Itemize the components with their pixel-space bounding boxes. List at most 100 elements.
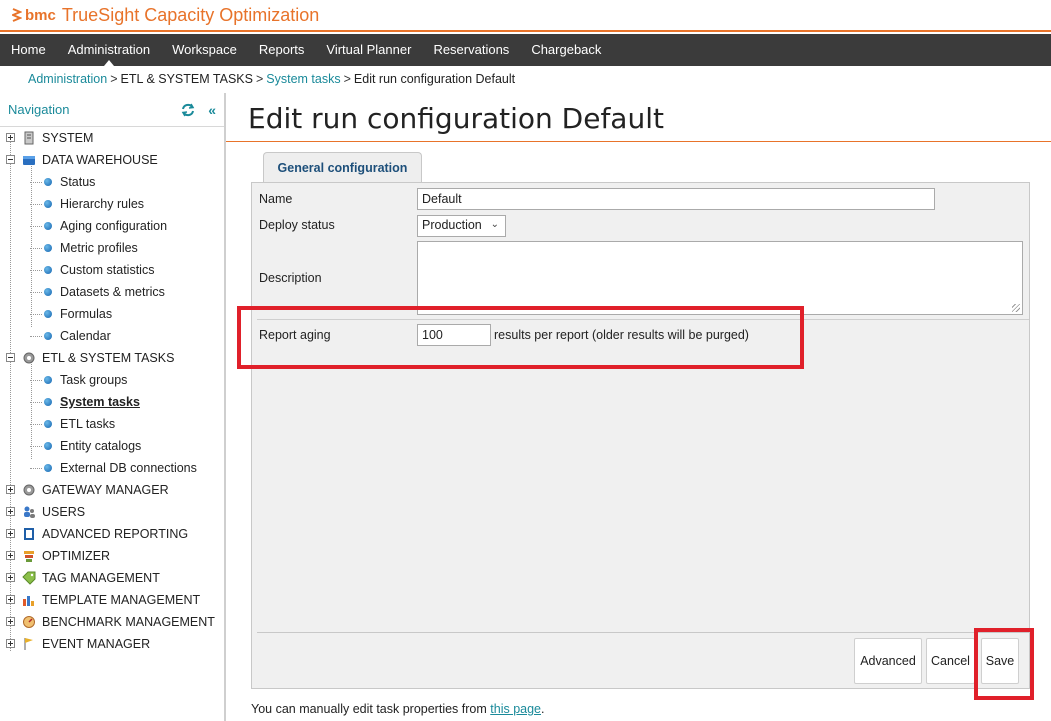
bullet-icon [44,178,52,186]
tree-item-formulas[interactable]: Formulas [0,303,224,325]
this-page-link[interactable]: this page [490,702,541,716]
tree-item-label: Metric profiles [60,241,138,255]
bmc-logo-icon [12,8,22,22]
expand-toggle[interactable] [6,551,15,560]
bullet-icon [44,288,52,296]
tree-item-label: DATA WAREHOUSE [42,153,158,167]
tree-item-datasets-metrics[interactable]: Datasets & metrics [0,281,224,303]
description-field[interactable] [417,241,1023,315]
nav-chargeback[interactable]: Chargeback [520,34,612,66]
tree-item-aging-configuration[interactable]: Aging configuration [0,215,224,237]
tree-item-etl-tasks[interactable]: ETL tasks [0,413,224,435]
tree-connector [30,314,42,315]
nav-home[interactable]: Home [0,34,57,66]
tab-general-configuration[interactable]: General configuration [263,152,422,183]
cancel-button[interactable]: Cancel [926,638,975,684]
bullet-icon [44,376,52,384]
breadcrumb-administration[interactable]: Administration [28,72,107,86]
tree-item-external-db-connections[interactable]: External DB connections [0,457,224,479]
collapse-sidebar-icon[interactable]: « [208,102,216,118]
form-divider [257,319,1029,320]
tree-item-hierarchy-rules[interactable]: Hierarchy rules [0,193,224,215]
tree-item-label: Aging configuration [60,219,168,233]
resize-grip-icon[interactable] [1012,304,1020,312]
tree-connector [30,380,42,381]
tree-item-users[interactable]: USERS [0,501,224,523]
footer-note-suffix: . [541,702,545,716]
tree-item-system-tasks[interactable]: System tasks [0,391,224,413]
tree-item-label: SYSTEM [42,131,94,145]
template-icon [23,596,34,606]
gear-icon [23,484,35,496]
description-label: Description [259,271,322,285]
tree-item-data-warehouse[interactable]: DATA WAREHOUSE [0,149,224,171]
advanced-button[interactable]: Advanced [854,638,922,684]
tree-item-label: Custom statistics [60,263,155,277]
expand-toggle[interactable] [6,639,15,648]
expand-toggle[interactable] [6,133,15,142]
tree-item-etl-system-tasks[interactable]: ETL & SYSTEM TASKS [0,347,224,369]
expand-toggle[interactable] [6,573,15,582]
refresh-icon[interactable] [180,103,196,117]
tree-item-template-management[interactable]: TEMPLATE MANAGEMENT [0,589,224,611]
name-field[interactable] [417,188,935,210]
tree-item-label: TEMPLATE MANAGEMENT [42,593,201,607]
tree-item-benchmark-management[interactable]: BENCHMARK MANAGEMENT [0,611,224,633]
tree-item-optimizer[interactable]: OPTIMIZER [0,545,224,567]
breadcrumb-system-tasks[interactable]: System tasks [266,72,340,86]
tree-item-gateway-manager[interactable]: GATEWAY MANAGER [0,479,224,501]
tree-item-tag-management[interactable]: TAG MANAGEMENT [0,567,224,589]
bullet-icon [44,332,52,340]
nav-reservations[interactable]: Reservations [422,34,520,66]
tree-connector [30,336,42,337]
collapse-toggle[interactable] [6,155,15,164]
nav-administration[interactable]: Administration [57,34,161,66]
bullet-icon [44,310,52,318]
deploy-status-value: Production [422,218,482,232]
bullet-icon [44,398,52,406]
database-icon [23,156,35,165]
nav-reports[interactable]: Reports [248,34,316,66]
tree-item-task-groups[interactable]: Task groups [0,369,224,391]
tree-item-event-manager[interactable]: EVENT MANAGER [0,633,224,655]
page-title: Edit run configuration Default [248,102,664,135]
sidebar-tools: « [180,102,216,118]
expand-toggle[interactable] [6,617,15,626]
users-icon [24,506,35,518]
report-aging-field[interactable] [417,324,491,346]
tree-item-system[interactable]: SYSTEM [0,127,224,149]
server-icon [24,131,34,145]
tree-item-entity-catalogs[interactable]: Entity catalogs [0,435,224,457]
deploy-status-label: Deploy status [259,218,335,232]
main-nav: Home Administration Workspace Reports Vi… [0,34,1051,66]
tree-item-custom-statistics[interactable]: Custom statistics [0,259,224,281]
breadcrumb-separator: > [255,72,264,86]
chevron-down-icon: ⌄ [490,219,499,230]
tree-connector [30,424,42,425]
collapse-toggle[interactable] [6,353,15,362]
nav-virtual-planner[interactable]: Virtual Planner [315,34,422,66]
tree-item-label: Entity catalogs [60,439,142,453]
expand-toggle[interactable] [6,595,15,604]
gear-icon [23,352,35,364]
tree-item-status[interactable]: Status [0,171,224,193]
bullet-icon [44,244,52,252]
expand-toggle[interactable] [6,529,15,538]
nav-workspace[interactable]: Workspace [161,34,248,66]
tree-item-label: Datasets & metrics [60,285,165,299]
save-button[interactable]: Save [981,638,1019,684]
tree-connector [30,270,42,271]
expand-toggle[interactable] [6,485,15,494]
tree-item-calendar[interactable]: Calendar [0,325,224,347]
bullet-icon [44,266,52,274]
deploy-status-select[interactable]: Production ⌄ [417,215,506,237]
tree-item-label: OPTIMIZER [42,549,111,563]
tree-item-label: TAG MANAGEMENT [42,571,160,585]
tree-item-metric-profiles[interactable]: Metric profiles [0,237,224,259]
tree-item-advanced-reporting[interactable]: ADVANCED REPORTING [0,523,224,545]
expand-toggle[interactable] [6,507,15,516]
bullet-icon [44,442,52,450]
breadcrumb-separator: > [343,72,351,86]
tree-connector [30,248,42,249]
tag-icon [22,571,36,585]
